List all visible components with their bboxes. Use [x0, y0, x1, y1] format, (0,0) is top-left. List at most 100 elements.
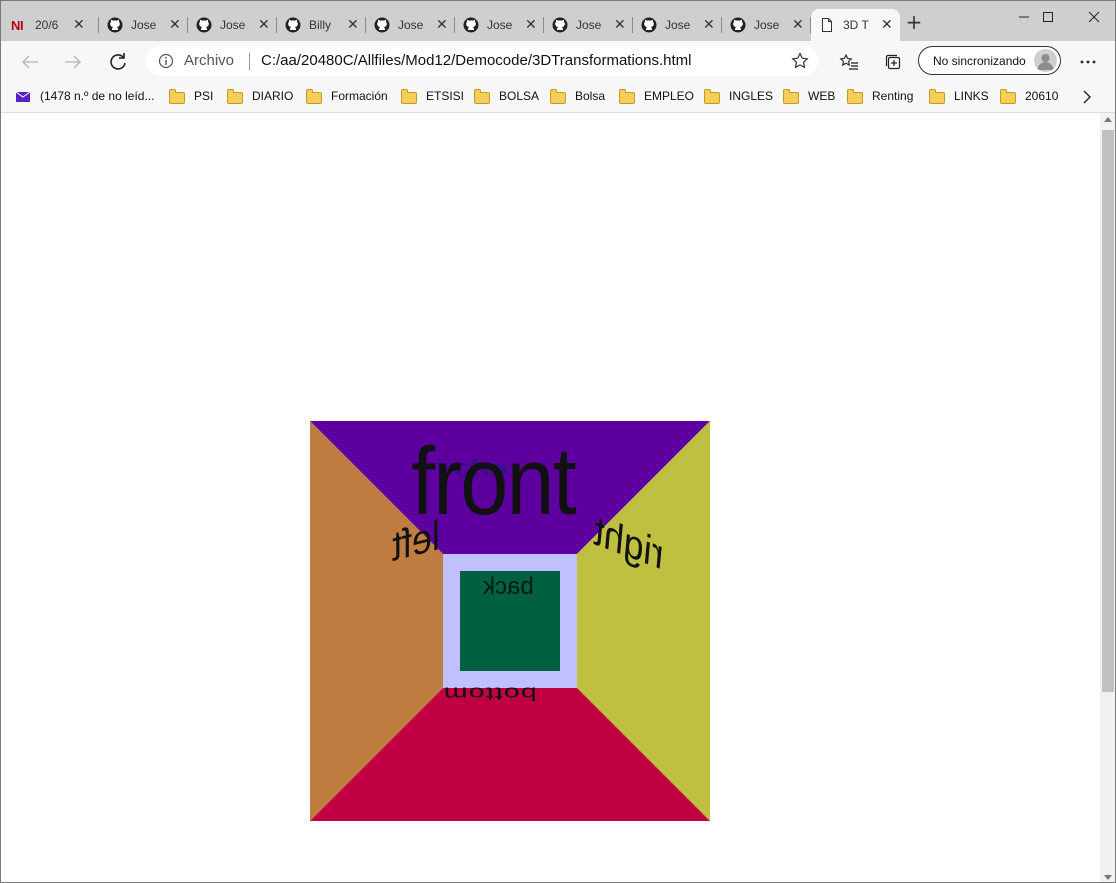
tab-5[interactable]: Jose ✕	[455, 9, 544, 41]
folder-icon	[619, 88, 635, 104]
address-bar[interactable]: Archivo C:/aa/20480C/Allfiles/Mod12/Demo…	[146, 46, 818, 76]
bookmark-item[interactable]: WEB	[783, 87, 835, 105]
cube-label-back: back	[483, 573, 534, 600]
close-tab-icon[interactable]: ✕	[347, 17, 359, 33]
address-divider	[249, 53, 250, 70]
settings-more-button[interactable]	[1074, 48, 1102, 76]
maximize-button[interactable]	[1025, 1, 1071, 33]
bookmark-label: (1478 n.º de no leíd...	[40, 89, 155, 103]
bookmark-item[interactable]: BOLSA	[474, 87, 539, 105]
forward-button[interactable]	[59, 48, 87, 76]
bookmark-item[interactable]: INGLES	[704, 87, 773, 105]
profile-status-label: No sincronizando	[933, 54, 1026, 68]
tab-2[interactable]: Jose ✕	[188, 9, 277, 41]
bookmarks-overflow-button[interactable]	[1082, 89, 1092, 108]
profile-button[interactable]: No sincronizando	[918, 46, 1061, 75]
github-icon	[374, 17, 390, 33]
close-tab-icon[interactable]: ✕	[258, 17, 270, 33]
tab-4[interactable]: Jose ✕	[366, 9, 455, 41]
close-tab-icon[interactable]: ✕	[73, 17, 85, 33]
tab-6[interactable]: Jose ✕	[544, 9, 633, 41]
close-tab-icon[interactable]: ✕	[436, 17, 448, 33]
github-icon	[730, 17, 746, 33]
folder-icon	[783, 88, 799, 104]
tab-title: 3D T	[843, 18, 869, 32]
maximize-icon	[1043, 12, 1053, 22]
close-window-button[interactable]	[1071, 1, 1115, 33]
back-button[interactable]	[16, 48, 44, 76]
tab-title: Jose	[487, 18, 513, 32]
folder-icon	[401, 88, 417, 104]
close-tab-icon[interactable]: ✕	[881, 17, 893, 33]
chevron-right-icon	[1083, 90, 1091, 104]
favorites-button[interactable]	[835, 48, 863, 76]
bookmark-label: Bolsa	[575, 89, 606, 103]
user-icon	[1037, 54, 1054, 70]
close-tab-icon[interactable]: ✕	[525, 17, 537, 33]
bookmark-label: Formación	[331, 89, 388, 103]
bookmark-label: 20610	[1025, 89, 1059, 103]
collections-icon	[885, 54, 901, 70]
bookmark-item[interactable]: EMPLEO	[619, 87, 694, 105]
refresh-icon	[110, 53, 126, 70]
bookmark-item[interactable]: Formación	[306, 87, 388, 105]
tab-7[interactable]: Jose ✕	[633, 9, 722, 41]
url-text[interactable]: C:/aa/20480C/Allfiles/Mod12/Democode/3DT…	[261, 52, 691, 69]
tab-strip: N I 20/6 ✕ Jose ✕ Jose ✕ Billy ✕ Jose ✕ Jose ✕ Jose ✕ Jo…	[1, 1, 1115, 41]
address-scheme-label: Archivo	[184, 52, 235, 69]
scroll-thumb[interactable]	[1102, 130, 1114, 692]
bookmark-label: EMPLEO	[644, 89, 695, 103]
info-icon[interactable]	[158, 53, 174, 69]
bookmark-label: INGLES	[729, 89, 774, 103]
page-icon	[819, 17, 835, 33]
bookmark-item[interactable]: Renting	[847, 87, 913, 105]
bookmark-item[interactable]: DIARIO	[227, 87, 293, 105]
bookmark-item[interactable]: Bolsa	[550, 87, 605, 105]
refresh-button[interactable]	[104, 48, 132, 76]
github-icon	[107, 17, 123, 33]
bookmark-item[interactable]: 20610	[1000, 87, 1058, 105]
bookmark-label: ETSISI	[426, 89, 465, 103]
close-icon	[1088, 11, 1100, 23]
folder-icon	[1000, 88, 1016, 104]
github-icon	[285, 17, 301, 33]
more-dots-icon	[1080, 60, 1096, 64]
tab-title: Jose	[220, 18, 246, 32]
bookmark-label: DIARIO	[252, 89, 294, 103]
bookmark-item[interactable]: ETSISI	[401, 87, 464, 105]
bookmark-label: BOLSA	[499, 89, 540, 103]
tab-3[interactable]: Billy ✕	[277, 9, 366, 41]
browser-window: N I 20/6 ✕ Jose ✕ Jose ✕ Billy ✕ Jose ✕ Jose ✕ Jose ✕ Jo…	[0, 0, 1116, 883]
netflix-icon: NI	[11, 17, 27, 33]
cube-label-bottom: bottom	[442, 683, 537, 705]
star-icon[interactable]	[790, 51, 810, 71]
tab-title: Jose	[665, 18, 691, 32]
avatar	[1034, 49, 1057, 72]
bookmark-item[interactable]: PSI	[169, 87, 213, 105]
close-tab-icon[interactable]: ✕	[614, 17, 626, 33]
close-tab-icon[interactable]: ✕	[792, 17, 804, 33]
collections-button[interactable]	[879, 48, 907, 76]
tab-0[interactable]: N I 20/6 ✕	[3, 9, 99, 41]
tab-title: Billy	[309, 18, 332, 32]
tab-1[interactable]: Jose ✕	[99, 9, 188, 41]
close-tab-icon[interactable]: ✕	[703, 17, 715, 33]
folder-icon	[847, 88, 863, 104]
arrow-right-icon	[65, 55, 82, 69]
scroll-up-arrow[interactable]	[1104, 117, 1112, 122]
svg-text:I: I	[20, 18, 24, 33]
svg-text:N: N	[11, 18, 20, 33]
scroll-down-arrow[interactable]	[1104, 875, 1112, 880]
tab-9[interactable]: 3D T ✕	[811, 9, 900, 41]
bookmark-item[interactable]: LINKS	[929, 87, 989, 105]
github-icon	[641, 17, 657, 33]
bookmark-item[interactable]: (1478 n.º de no leíd...	[15, 87, 154, 105]
tab-8[interactable]: Jose ✕	[722, 9, 811, 41]
folder-icon	[550, 88, 566, 104]
folder-icon	[227, 88, 243, 104]
vertical-scrollbar[interactable]	[1100, 113, 1115, 882]
github-icon	[552, 17, 568, 33]
mail-icon	[15, 90, 31, 103]
close-tab-icon[interactable]: ✕	[169, 17, 181, 33]
new-tab-button[interactable]: +	[905, 12, 923, 32]
